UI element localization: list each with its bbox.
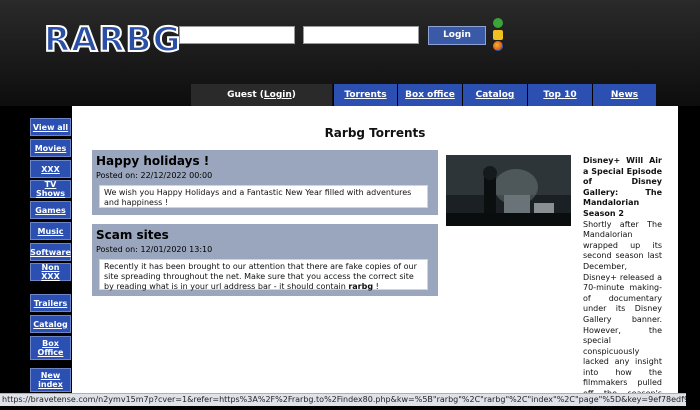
tab-torrents[interactable]: Torrents (333, 84, 397, 106)
sidebar-item-tv-shows[interactable]: TV Shows (30, 180, 71, 198)
guest-prefix: Guest ( (227, 90, 264, 100)
tab-top-10[interactable]: Top 10 (527, 84, 592, 106)
tab-catalog[interactable]: Catalog (462, 84, 527, 106)
news-item: Happy holidays ! Posted on: 22/12/2022 0… (92, 150, 438, 215)
sidebar-item-catalog[interactable]: Catalog (30, 315, 71, 333)
sidebar-item-trailers[interactable]: Trailers (30, 294, 71, 312)
top-nav: Guest (Login) Torrents Box office Catalo… (0, 84, 700, 106)
sidebar-item-software[interactable]: Software (30, 243, 71, 261)
page-title: Rarbg Torrents (324, 126, 426, 140)
main-content: Rarbg Torrents Happy holidays ! Posted o… (72, 106, 678, 409)
news-body: Recently it has been brought to our atte… (99, 259, 428, 291)
guest-login-link[interactable]: Login (264, 90, 292, 100)
news-body: We wish you Happy Holidays and a Fantast… (99, 185, 428, 208)
sidebar-item-music[interactable]: Music (30, 222, 71, 240)
tab-box-office[interactable]: Box office (397, 84, 462, 106)
news-title: Scam sites (96, 228, 169, 242)
news-title: Happy holidays ! (96, 154, 210, 168)
guest-suffix: ) (291, 90, 296, 100)
sidebar-item-box-office[interactable]: Box Office (30, 336, 71, 360)
news-body-bold: rarbg (348, 282, 374, 291)
sidebar-item-non-xxx[interactable]: Non XXX (30, 263, 71, 281)
featured-article: Disney+ Will Air a Special Episode of Di… (583, 156, 662, 410)
password-input[interactable] (303, 26, 419, 44)
sidebar-item-new-index[interactable]: New index (30, 368, 71, 392)
rarbg-logo[interactable]: RARBG (42, 19, 184, 61)
sidebar-item-games[interactable]: Games (30, 201, 71, 219)
star-icon[interactable] (493, 30, 503, 40)
utorrent-icon[interactable] (493, 18, 503, 28)
firefox-icon[interactable] (493, 41, 503, 51)
sidebar-item-xxx[interactable]: XXX (30, 160, 71, 178)
news-item: Scam sites Posted on: 12/01/2020 13:10 R… (92, 224, 438, 296)
login-button[interactable]: Login (428, 26, 486, 45)
guest-login-tab: Guest (Login) (191, 84, 332, 106)
site-header: RARBG Login Guest (Login) Torrents Box o… (0, 0, 700, 106)
photo-scene-icon (446, 155, 571, 226)
sidebar-item-view-all[interactable]: View all (30, 118, 71, 136)
mandalorian-photo[interactable] (446, 155, 571, 226)
news-body-end: ! (373, 282, 379, 291)
news-date: Posted on: 22/12/2022 00:00 (96, 171, 213, 180)
page-scrollbar[interactable] (678, 106, 700, 396)
sidebar-item-movies[interactable]: Movies (30, 139, 71, 157)
tab-news[interactable]: News (592, 84, 656, 106)
article-headline[interactable]: Disney+ Will Air a Special Episode of Di… (583, 156, 662, 220)
username-input[interactable] (179, 26, 295, 44)
news-date: Posted on: 12/01/2020 13:10 (96, 245, 213, 254)
status-bar-url: https://bravetense.com/n2ymv15m7p?cver=1… (0, 393, 686, 406)
article-text: Shortly after The Mandalorian wrapped up… (583, 219, 662, 409)
